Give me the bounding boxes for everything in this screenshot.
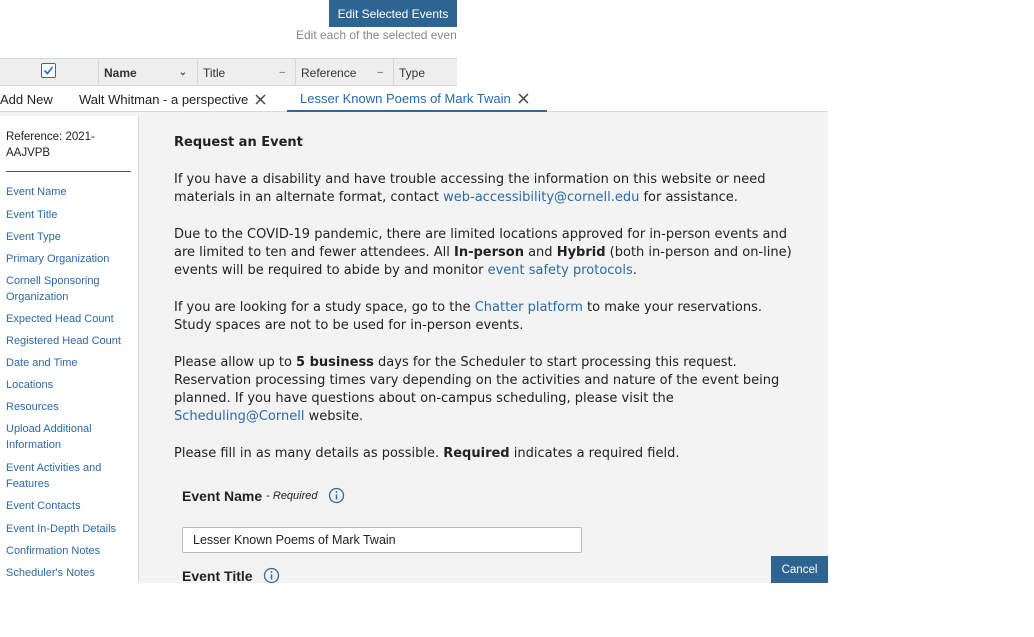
scheduling-cornell-link[interactable]: Scheduling@Cornell	[174, 409, 304, 424]
tab-label: Lesser Known Poems of Mark Twain	[300, 91, 511, 106]
chatter-platform-link[interactable]: Chatter platform	[475, 300, 583, 315]
sidebar-item-registered-head-count[interactable]: Registered Head Count	[6, 333, 134, 349]
info-icon[interactable]	[263, 567, 280, 583]
tab-bar: Add New Walt Whitman - a perspective Les…	[0, 87, 828, 112]
sidebar-item-event-name[interactable]: Event Name	[6, 184, 134, 200]
study-space-paragraph: If you are looking for a study space, go…	[174, 299, 799, 335]
select-all-checkbox[interactable]	[41, 63, 56, 78]
text-bold: 5 business	[296, 355, 374, 370]
section-sidebar: Reference: 2021-AAJVPB Event Name Event …	[0, 116, 139, 583]
text: indicates a required field.	[509, 446, 680, 461]
text: .	[632, 263, 637, 278]
info-icon[interactable]	[328, 487, 345, 504]
column-reference-label: Reference	[301, 65, 357, 80]
minus-icon: –	[377, 67, 383, 78]
sidebar-item-in-depth-details[interactable]: Event In-Depth Details	[6, 521, 134, 537]
event-name-label: Event Name - Required	[182, 487, 345, 504]
sidebar-item-confirmation-notes[interactable]: Confirmation Notes	[6, 543, 134, 559]
column-title[interactable]: Title –	[197, 59, 295, 86]
cancel-button[interactable]: Cancel	[771, 556, 828, 583]
column-type[interactable]: Type	[393, 59, 457, 86]
list-header: Name ⌄ Title – Reference – Type	[0, 58, 457, 86]
tab-add-new[interactable]: Add New	[0, 87, 53, 112]
text-bold: Hybrid	[556, 245, 606, 260]
tab-mark-twain[interactable]: Lesser Known Poems of Mark Twain	[287, 87, 547, 112]
sidebar-item-event-type[interactable]: Event Type	[6, 229, 134, 245]
safety-protocols-link[interactable]: event safety protocols	[488, 263, 633, 278]
close-icon[interactable]	[517, 92, 530, 105]
text-bold: Required	[443, 446, 510, 461]
tab-label: Walt Whitman - a perspective	[79, 92, 249, 107]
checkmark-icon	[43, 66, 54, 75]
required-note-paragraph: Please fill in as many details as possib…	[174, 445, 799, 463]
label-text: Event Title	[182, 567, 253, 584]
accessibility-paragraph: If you have a disability and have troubl…	[174, 171, 799, 207]
sidebar-item-resources[interactable]: Resources	[6, 399, 134, 415]
chevron-down-icon: ⌄	[178, 67, 187, 78]
sidebar-item-primary-organization[interactable]: Primary Organization	[6, 251, 134, 267]
column-name-label: Name	[104, 65, 137, 80]
sidebar-item-upload-info[interactable]: Upload Additional Information	[6, 421, 134, 453]
sidebar-divider	[6, 171, 131, 172]
label-text: Event Name	[182, 487, 263, 504]
covid-paragraph: Due to the COVID-19 pandemic, there are …	[174, 226, 799, 280]
tab-walt-whitman[interactable]: Walt Whitman - a perspective	[79, 87, 267, 112]
event-name-input[interactable]	[182, 527, 582, 553]
close-icon[interactable]	[254, 93, 267, 106]
sidebar-item-activities-features[interactable]: Event Activities and Features	[6, 460, 134, 492]
page-title: Request an Event	[174, 135, 303, 150]
column-reference[interactable]: Reference –	[295, 59, 393, 86]
minus-icon: –	[279, 67, 285, 78]
event-request-modal: Add New Walt Whitman - a perspective Les…	[0, 87, 828, 583]
processing-paragraph: Please allow up to 5 business days for t…	[174, 354, 799, 426]
accessibility-email-link[interactable]: web-accessibility@cornell.edu	[443, 190, 639, 205]
column-type-label: Type	[399, 65, 426, 80]
column-name[interactable]: Name ⌄	[98, 59, 197, 86]
text: Please fill in as many details as possib…	[174, 446, 444, 461]
sidebar-item-locations[interactable]: Locations	[6, 377, 134, 393]
sidebar-item-sponsoring-organization[interactable]: Cornell Sponsoring Organization	[6, 273, 134, 305]
event-title-label: Event Title	[182, 567, 280, 583]
tab-add-new-label: Add New	[0, 92, 53, 107]
sidebar-item-event-contacts[interactable]: Event Contacts	[6, 498, 134, 514]
text: Please allow up to	[174, 355, 297, 370]
text: If you are looking for a study space, go…	[174, 300, 475, 315]
text: website.	[304, 409, 364, 424]
text: for assistance.	[639, 190, 738, 205]
edit-selected-events-button[interactable]: Edit Selected Events	[329, 0, 457, 27]
text: and	[523, 245, 557, 260]
sidebar-item-date-and-time[interactable]: Date and Time	[6, 355, 134, 371]
sidebar-item-expected-head-count[interactable]: Expected Head Count	[6, 311, 134, 327]
required-indicator: - Required	[266, 489, 318, 502]
text-bold: In-person	[454, 245, 524, 260]
column-title-label: Title	[203, 65, 226, 80]
edit-selected-hint: Edit each of the selected events	[296, 28, 457, 42]
sidebar-item-event-title[interactable]: Event Title	[6, 207, 134, 223]
sidebar-item-schedulers-notes[interactable]: Scheduler's Notes	[6, 565, 134, 581]
reference-number: Reference: 2021-AAJVPB	[6, 131, 95, 159]
